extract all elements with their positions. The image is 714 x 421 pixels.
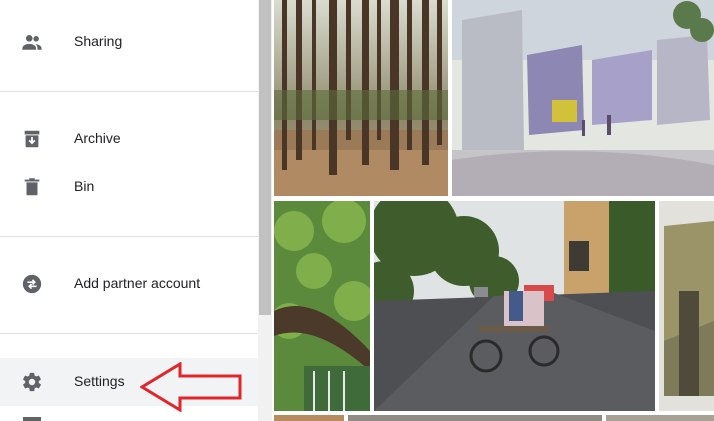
scrollbar-thumb[interactable] <box>259 0 271 315</box>
sidebar-item-sharing[interactable]: Sharing <box>0 20 258 64</box>
sidebar-nav: Sharing Archive Bin Add partner account … <box>0 0 258 421</box>
photo-tile[interactable] <box>606 415 714 421</box>
photo-street <box>374 201 655 411</box>
bin-icon <box>24 178 40 196</box>
photo-tile[interactable] <box>348 415 602 421</box>
photo-forest <box>274 0 448 196</box>
people-icon <box>22 35 42 50</box>
sidebar-item-add-partner-account[interactable]: Add partner account <box>0 262 258 306</box>
sidebar-item-label: Add partner account <box>74 275 201 291</box>
archive-icon <box>24 130 40 148</box>
divider <box>0 91 258 92</box>
sidebar-item-archive[interactable]: Archive <box>0 117 258 161</box>
photo-tile[interactable] <box>374 201 655 411</box>
bottom-partial-icon <box>23 417 41 421</box>
photo-tile[interactable] <box>274 415 344 421</box>
sidebar-item-bin[interactable]: Bin <box>0 165 258 209</box>
photo-tile[interactable] <box>274 0 448 196</box>
photo-painting <box>659 201 714 411</box>
photo-tree-branch <box>274 201 370 411</box>
sidebar-item-label: Sharing <box>74 33 123 49</box>
sidebar-item-label: Archive <box>74 130 121 146</box>
gear-icon <box>23 372 41 392</box>
top-partial-icon <box>21 0 43 6</box>
photo-tile[interactable] <box>659 201 714 411</box>
annotation-arrow <box>140 362 242 412</box>
photo-tile[interactable] <box>274 201 370 411</box>
photo-watercolor <box>452 0 714 196</box>
divider <box>0 236 258 237</box>
sidebar-item-label: Settings <box>74 373 125 389</box>
divider <box>0 333 258 334</box>
sidebar-item-label: Bin <box>74 178 95 194</box>
partner-swap-icon <box>22 274 42 294</box>
photo-tile[interactable] <box>452 0 714 196</box>
